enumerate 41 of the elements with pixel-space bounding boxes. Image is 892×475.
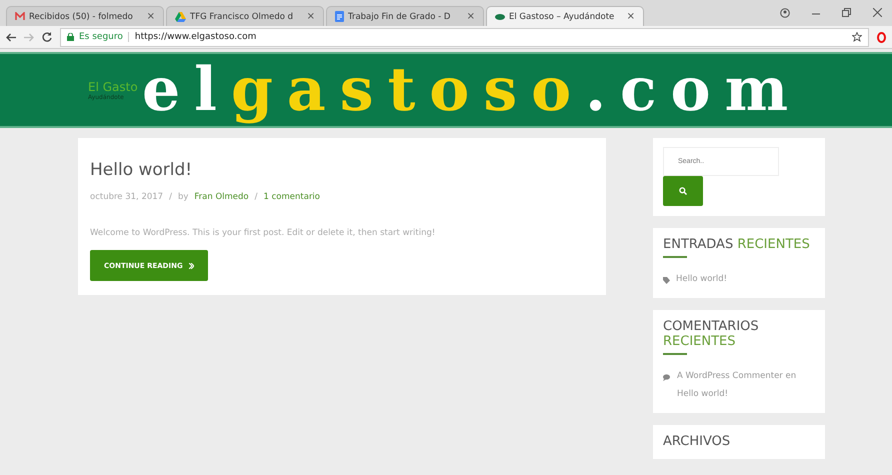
close-icon[interactable]	[873, 8, 882, 17]
profile-icon[interactable]	[780, 8, 790, 18]
chevron-icon	[188, 262, 194, 268]
logo-text: el	[142, 60, 231, 120]
close-tab-icon[interactable]: ×	[466, 11, 475, 22]
widget-link[interactable]: Hello world!	[676, 270, 806, 288]
browser-tab[interactable]: El Gastoso – Ayudándote ×	[486, 6, 644, 26]
restore-icon[interactable]	[842, 8, 851, 17]
post-excerpt: Welcome to WordPress. This is your first post. Edit or delete it, then start writing!	[90, 228, 436, 238]
post-title[interactable]: Hello world!	[90, 160, 594, 180]
widget-title: COMENTARIOS RECIENTES	[663, 319, 760, 349]
url-text: https://www.elgastoso.com	[128, 32, 256, 42]
logo-text: .com	[585, 60, 802, 120]
ring-icon[interactable]	[877, 32, 886, 42]
post-date: octubre 31, 2017	[90, 192, 164, 202]
author-link[interactable]: Fran Olmedo	[194, 192, 249, 202]
close-tab-icon[interactable]: ×	[146, 11, 155, 22]
meta-separator: /	[169, 192, 172, 202]
meta-separator: /	[254, 192, 258, 202]
close-tab-icon[interactable]: ×	[626, 11, 635, 22]
document-icon	[335, 11, 344, 22]
widget-link[interactable]: A WordPress Commenter en Hello world!	[677, 367, 807, 403]
widget-title: ARCHIVOS	[663, 434, 732, 449]
widget-title: ENTRADAS RECIENTES	[663, 237, 811, 252]
mail-icon	[15, 12, 25, 21]
search-icon	[679, 187, 687, 195]
address-bar[interactable]: Es seguro https://www.elgastoso.com	[60, 28, 869, 46]
secure-label: Es seguro	[79, 32, 123, 42]
lock-icon	[67, 33, 74, 41]
close-tab-icon[interactable]: ×	[306, 11, 315, 22]
browser-tab[interactable]: TFG Francisco Olmedo d ×	[166, 6, 324, 26]
by-label: by	[178, 192, 188, 202]
star-icon[interactable]	[852, 32, 862, 42]
comments-link[interactable]: 1 comentario	[264, 192, 320, 202]
tag-icon	[663, 277, 670, 284]
browser-tab[interactable]: Recibidos (50) - folmedo ×	[6, 6, 164, 26]
comment-icon	[663, 374, 671, 381]
triangle-icon	[175, 12, 186, 22]
reload-icon[interactable]	[42, 32, 52, 42]
browser-tab[interactable]: Trabajo Fin de Grado - D ×	[326, 6, 484, 26]
back-icon[interactable]	[6, 32, 16, 42]
